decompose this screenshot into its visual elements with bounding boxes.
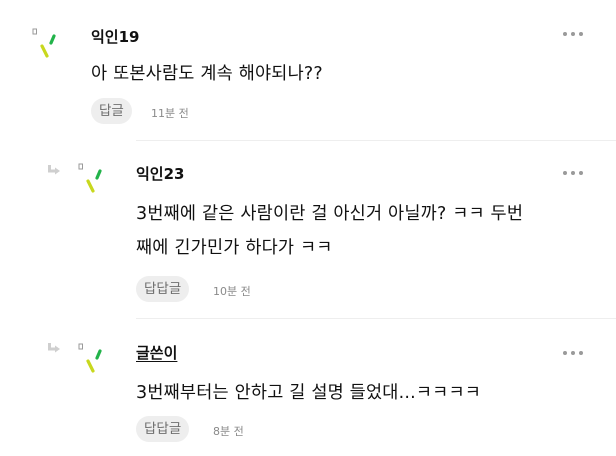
comment-timestamp: 10분 전: [213, 285, 251, 298]
reply-arrow-icon: [48, 165, 60, 175]
reply-button[interactable]: 답답글: [136, 276, 190, 302]
comment-timestamp: 11분 전: [151, 107, 189, 120]
author-name[interactable]: 글쓴이: [136, 342, 177, 363]
avatar-icon[interactable]: [76, 163, 110, 197]
comment-text-line: 3번째에 같은 사람이란 걸 아신거 아닐까? ㅋㅋ 두번: [136, 204, 524, 224]
reply-button[interactable]: 답글: [91, 98, 132, 124]
reply-arrow-icon: [48, 343, 60, 353]
avatar-icon[interactable]: [30, 28, 64, 62]
comment-text-line: 째에 긴가민가 하다가 ㅋㅋ: [136, 238, 333, 258]
divider: [136, 140, 616, 141]
more-options-icon[interactable]: [563, 29, 589, 39]
comment-text-line: 아 또본사람도 계속 해야되나??: [91, 64, 323, 84]
more-options-icon[interactable]: [563, 168, 589, 178]
comment-text-line: 3번째부터는 안하고 길 설명 들었대...ㅋㅋㅋㅋ: [136, 383, 482, 403]
more-options-icon[interactable]: [563, 348, 589, 358]
reply-button[interactable]: 답답글: [136, 416, 190, 442]
author-name[interactable]: 익인19: [91, 26, 139, 47]
divider: [136, 318, 616, 319]
avatar-icon[interactable]: [76, 343, 110, 377]
author-name[interactable]: 익인23: [136, 163, 184, 184]
comment-timestamp: 8분 전: [213, 425, 244, 438]
